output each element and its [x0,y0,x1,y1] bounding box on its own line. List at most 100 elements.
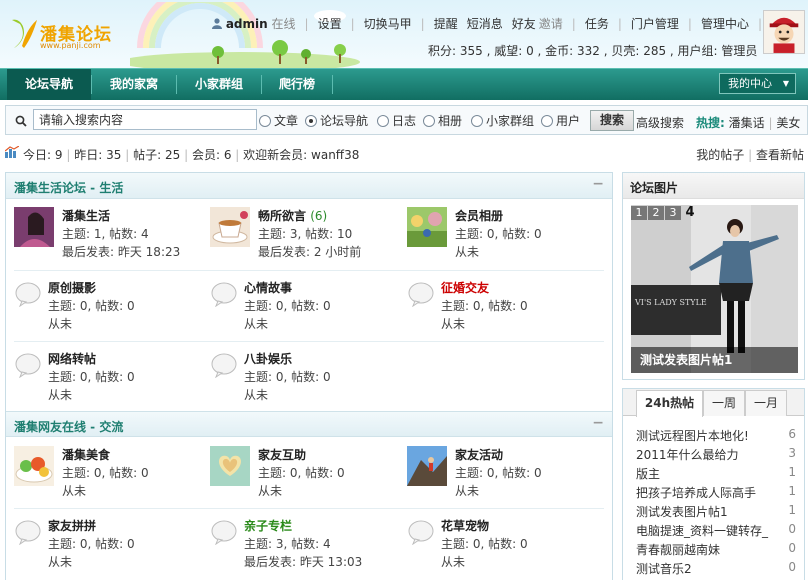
forum-name[interactable]: 家友互助 [258,446,306,463]
forum-item[interactable]: 家友活动 主题: 0, 帖数: 0 从未 [407,446,603,508]
forum-last-post[interactable]: 最后发表: 昨天 13:03 [244,553,362,570]
search-type-article[interactable]: 文章 [259,113,298,129]
page-dot[interactable]: 2 [648,206,664,220]
site-logo[interactable]: 潘集论坛 www.panji.com [8,14,118,54]
forum-item[interactable]: 原创摄影 主题: 0, 帖数: 0 从未 [14,279,210,341]
forum-counts: 主题: 0, 帖数: 0 [48,370,135,384]
top-user-nav: admin 在线 | 设置 | 切换马甲 | 提醒 短消息 好友 邀请 | 任务 | 门户管理 | 管理中心… [212,15,804,33]
forum-item[interactable]: 花草宠物 主题: 0, 帖数: 0 从未 [407,517,603,579]
new-posts-link[interactable]: 查看新帖 [756,148,804,162]
user-link[interactable]: admin 在线 [212,15,296,32]
forum-name[interactable]: 八卦娱乐 [244,350,292,367]
forum-name-wrap[interactable]: 畅所欲言 (6) [258,207,327,224]
search-type-blog[interactable]: 日志 [377,113,416,129]
list-item[interactable]: 2011年什么最给力 3 [636,446,796,465]
forum-last-post[interactable]: 最后发表: 2 小时前 [258,243,361,260]
hot-count: 1 [788,503,796,517]
search-type-album[interactable]: 相册 [423,113,462,129]
forum-item[interactable]: 家友互助 主题: 0, 帖数: 0 从未 [210,446,406,508]
hot-title[interactable]: 测试音乐2 [636,560,776,577]
forum-name[interactable]: 心情故事 [244,279,292,296]
switch-vest-link[interactable]: 切换马甲 [364,15,412,32]
hot-title[interactable]: 青春靓丽越南妹 [636,541,776,558]
forum-name[interactable]: 亲子专栏 [244,517,292,534]
nav-tab-ranking[interactable]: 爬行榜 [262,69,332,100]
nav-tab-forum[interactable]: 论坛导航 [7,69,91,100]
admin-center-link[interactable]: 管理中心 [701,15,749,32]
forum-name[interactable]: 会员相册 [455,207,503,224]
my-posts-link[interactable]: 我的帖子 [696,148,744,162]
online-status: 在线 [271,17,296,31]
messages-link[interactable]: 短消息 [467,15,503,32]
radio-icon [377,115,389,127]
forum-list: 潘集生活论坛 - 生活 − 潘集生活 主题: 1, 帖数: 4 最后发表: 昨天… [5,172,613,580]
hot-title[interactable]: 测试远程图片本地化! [636,427,776,444]
hot-search-item[interactable]: 美女 [776,116,800,130]
search-type-forum[interactable]: 论坛导航 [305,113,368,129]
section-title[interactable]: 潘集生活论坛 - 生活 [14,179,123,196]
hot-title[interactable]: 电脑提速_资料一键转存_ [636,522,776,539]
collapse-icon[interactable]: − [592,415,604,431]
list-item[interactable]: 把孩子培养成人际高手 1 [636,484,796,503]
search-button[interactable]: 搜索 [590,110,634,131]
forum-item[interactable]: 潘集生活 主题: 1, 帖数: 4 最后发表: 昨天 18:23 [14,207,210,269]
invite-link[interactable]: 邀请 [539,15,563,32]
forum-name[interactable]: 征婚交友 [441,279,489,296]
bubble-icon [408,282,434,307]
my-center-dropdown[interactable]: 我的中心 ▼ [719,73,796,94]
page-dot[interactable]: 1 [631,206,647,220]
list-item[interactable]: 测试远程图片本地化! 6 [636,427,796,446]
hot-title[interactable]: 版主 [636,465,776,482]
forum-name[interactable]: 家友活动 [455,446,503,463]
forum-item[interactable]: 网络转帖 主题: 0, 帖数: 0 从未 [14,350,210,412]
tab-24h[interactable]: 24h热帖 [636,390,703,417]
search-type-user[interactable]: 用户 [541,113,580,129]
list-item[interactable]: 电脑提速_资料一键转存_ 0 [636,522,796,541]
advanced-search-link[interactable]: 高级搜索 [636,114,684,131]
nav-tab-my-home[interactable]: 我的家窝 [92,69,176,100]
forum-name[interactable]: 原创摄影 [48,279,96,296]
tab-month[interactable]: 一月 [745,390,787,416]
slideshow-image[interactable]: VI'S LADY STYLE 1234 测试发表图片帖1 [631,205,798,373]
slideshow-caption[interactable]: 测试发表图片帖1 [631,347,798,373]
forum-item[interactable]: 亲子专栏 主题: 3, 帖数: 4 最后发表: 昨天 13:03 [210,517,406,579]
hot-title[interactable]: 测试发表图片帖1 [636,503,776,520]
forum-name[interactable]: 家友拼拼 [48,517,96,534]
avatar[interactable] [763,10,805,54]
hot-search-item[interactable]: 潘集话 [729,116,765,130]
hot-title[interactable]: 把孩子培养成人际高手 [636,484,776,501]
forum-name[interactable]: 网络转帖 [48,350,96,367]
hot-title[interactable]: 2011年什么最给力 [636,446,776,463]
forum-name[interactable]: 潘集生活 [62,207,110,224]
collapse-icon[interactable]: − [592,176,604,192]
tab-week[interactable]: 一周 [703,390,745,416]
page-dot-current[interactable]: 4 [682,206,698,220]
forum-name[interactable]: 花草宠物 [441,517,489,534]
forum-item[interactable]: 家友拼拼 主题: 0, 帖数: 0 从未 [14,517,210,579]
friends-link[interactable]: 好友 [512,15,536,32]
search-input[interactable] [33,109,257,130]
list-item[interactable]: 测试发表图片帖1 1 [636,503,796,522]
newest-member-link[interactable]: wanff38 [311,148,359,162]
forum-item[interactable]: 征婚交友 主题: 0, 帖数: 0 从未 [407,279,603,341]
forum-item[interactable]: 畅所欲言 (6) 主题: 3, 帖数: 10 最后发表: 2 小时前 [210,207,406,269]
nav-tab-groups[interactable]: 小家群组 [177,69,261,100]
section-header[interactable]: 潘集网友在线 - 交流 − [6,411,612,437]
forum-item[interactable]: 心情故事 主题: 0, 帖数: 0 从未 [210,279,406,341]
page-dot[interactable]: 3 [665,206,681,220]
tasks-link[interactable]: 任务 [585,15,609,32]
forum-item[interactable]: 潘集美食 主题: 0, 帖数: 0 从未 [14,446,210,508]
section-title[interactable]: 潘集网友在线 - 交流 [14,418,123,435]
forum-item[interactable]: 八卦娱乐 主题: 0, 帖数: 0 从未 [210,350,406,412]
forum-name[interactable]: 潘集美食 [62,446,110,463]
reminder-link[interactable]: 提醒 [434,15,458,32]
portal-admin-link[interactable]: 门户管理 [631,15,679,32]
list-item[interactable]: 青春靓丽越南妹 0 [636,541,796,560]
list-item[interactable]: 测试音乐2 0 [636,560,796,579]
search-type-group[interactable]: 小家群组 [471,113,534,129]
section-header[interactable]: 潘集生活论坛 - 生活 − [6,173,612,199]
forum-last-post[interactable]: 最后发表: 昨天 18:23 [62,243,180,260]
list-item[interactable]: 版主 1 [636,465,796,484]
forum-item[interactable]: 会员相册 主题: 0, 帖数: 0 从未 [407,207,603,269]
settings-link[interactable]: 设置 [318,15,342,32]
